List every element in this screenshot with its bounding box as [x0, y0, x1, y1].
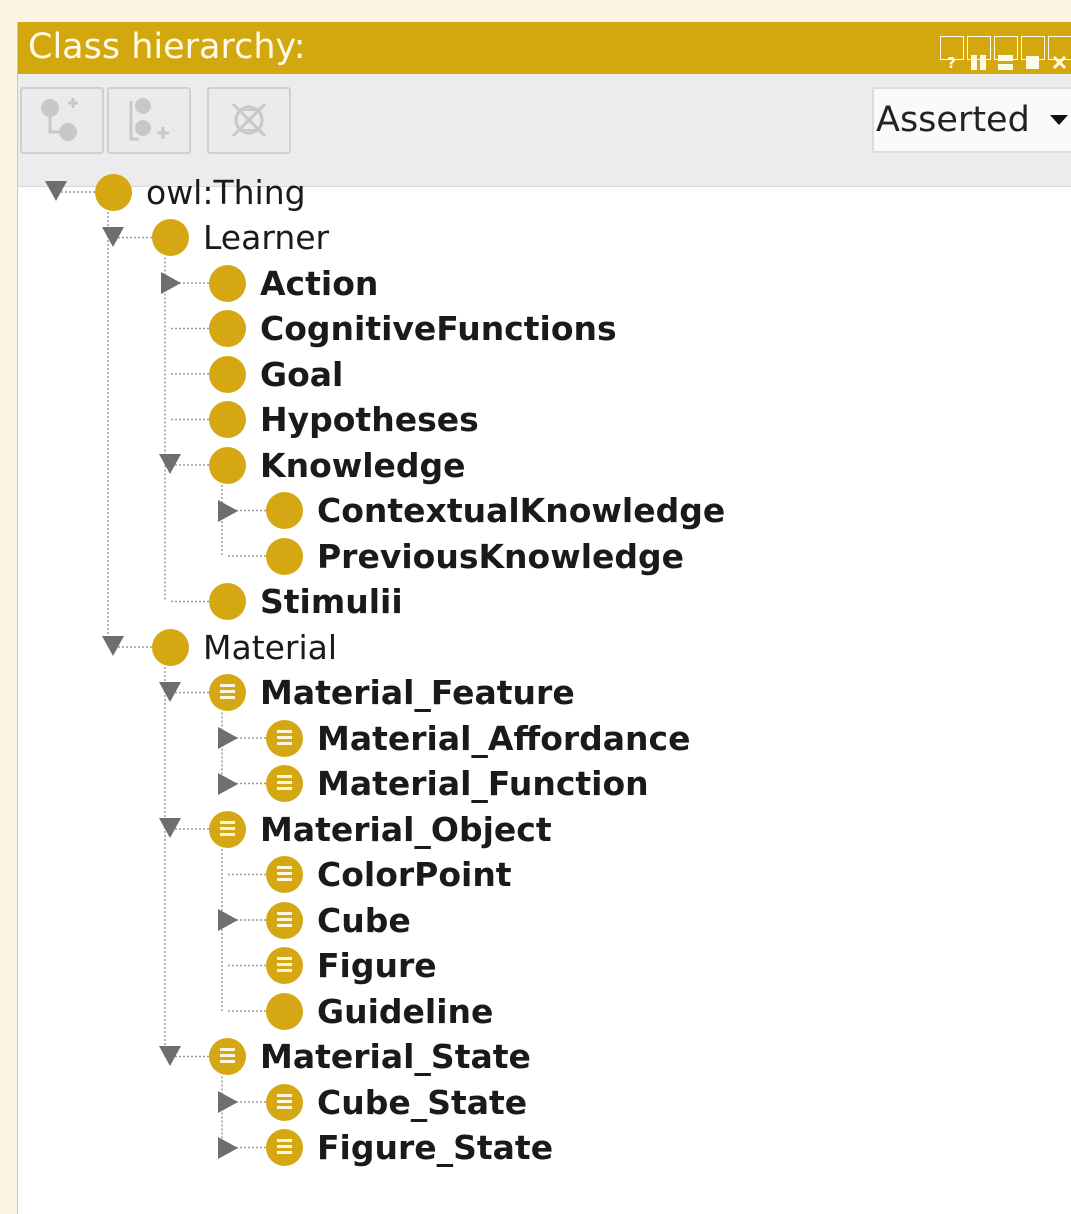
class-icon	[209, 446, 246, 484]
tree-node[interactable]: Knowledge	[209, 443, 466, 487]
class-icon	[95, 173, 132, 211]
defined-class-icon	[266, 856, 303, 893]
tree-node-label: Action	[260, 263, 379, 303]
class-icon	[209, 583, 246, 620]
class-icon	[266, 492, 303, 529]
collapse-arrow-icon[interactable]	[218, 1136, 238, 1159]
class-hierarchy-panel: Class hierarchy: ? Asserted owl:Thing Le…	[17, 22, 1071, 1214]
tree-node-label: Cube	[317, 900, 411, 940]
tree-node[interactable]: Learner	[152, 216, 329, 260]
tree-node[interactable]: Material_Affordance	[266, 716, 690, 760]
tree-node[interactable]: Goal	[209, 352, 343, 396]
tree-node[interactable]: Figure_State	[266, 1126, 553, 1170]
tree-node-label: Material_State	[260, 1037, 531, 1076]
expand-arrow-icon[interactable]	[159, 681, 181, 702]
expand-arrow-icon[interactable]	[102, 636, 124, 656]
defined-class-icon	[266, 947, 303, 984]
class-icon	[266, 992, 303, 1030]
tree-node-label: Hypotheses	[260, 400, 479, 439]
tree-node-label: Cube_State	[317, 1082, 528, 1122]
tree-node[interactable]: Figure	[266, 944, 437, 988]
collapse-arrow-icon[interactable]	[218, 499, 238, 522]
tree-node[interactable]: PreviousKnowledge	[266, 534, 684, 578]
defined-class-icon	[209, 674, 246, 711]
collapse-arrow-icon[interactable]	[218, 772, 238, 795]
defined-class-icon	[266, 719, 303, 757]
tree-node-label: Material_Object	[260, 809, 552, 849]
expand-arrow-icon[interactable]	[159, 818, 181, 838]
expand-arrow-icon[interactable]	[102, 226, 124, 247]
tree-node[interactable]: Material	[152, 625, 337, 669]
collapse-arrow-icon[interactable]	[161, 272, 181, 294]
tree-node-label: Guideline	[317, 991, 494, 1031]
tree-node[interactable]: Hypotheses	[209, 398, 479, 442]
tree-node[interactable]: Material_Feature	[209, 671, 575, 715]
collapse-arrow-icon[interactable]	[218, 909, 238, 931]
tree-node[interactable]: Cube	[266, 898, 411, 942]
tree-node[interactable]: CognitiveFunctions	[209, 307, 617, 351]
tree-node-label: Material_Affordance	[317, 718, 691, 758]
tree-node[interactable]: Material_Function	[266, 762, 649, 806]
tree-node-label: CognitiveFunctions	[260, 309, 617, 348]
tree-node-label: ColorPoint	[317, 855, 512, 894]
tree-node[interactable]: Stimulii	[209, 580, 403, 624]
tree-node-label: Material_Function	[317, 764, 649, 803]
tree-node-label: Material	[203, 627, 338, 667]
defined-class-icon	[209, 810, 246, 848]
collapse-arrow-icon[interactable]	[218, 727, 238, 749]
tree-node-label: PreviousKnowledge	[317, 536, 685, 576]
defined-class-icon	[209, 1038, 246, 1075]
collapse-arrow-icon[interactable]	[218, 1091, 238, 1113]
tree-node[interactable]: Action	[209, 261, 378, 305]
class-icon	[209, 310, 246, 347]
class-icon	[209, 355, 246, 393]
expand-arrow-icon[interactable]	[159, 454, 181, 474]
defined-class-icon	[266, 1083, 303, 1121]
tree-node[interactable]: Material_Object	[209, 807, 552, 851]
tree-node[interactable]: owl:Thing	[95, 170, 306, 214]
class-icon	[266, 537, 303, 575]
class-icon	[152, 219, 189, 256]
tree-node[interactable]: Cube_State	[266, 1080, 527, 1124]
tree-node[interactable]: ContextualKnowledge	[266, 489, 725, 533]
expand-arrow-icon[interactable]	[159, 1045, 181, 1066]
defined-class-icon	[266, 1129, 303, 1166]
tree-node[interactable]: ColorPoint	[266, 853, 512, 897]
tree-node-label: Knowledge	[260, 445, 466, 485]
defined-class-icon	[266, 765, 303, 802]
tree-node-label: ContextualKnowledge	[317, 491, 726, 530]
class-icon	[209, 401, 246, 438]
tree-node-label: Goal	[260, 354, 344, 394]
tree-node-label: Figure_State	[317, 1128, 554, 1167]
class-tree: owl:Thing Learner Action CognitiveFunctions…	[18, 22, 1071, 1214]
tree-node[interactable]: Material_State	[209, 1035, 531, 1079]
class-icon	[209, 264, 246, 302]
tree-node-label: Material_Feature	[260, 673, 575, 712]
tree-node-label: owl:Thing	[146, 172, 306, 212]
class-icon	[152, 628, 189, 666]
expand-arrow-icon[interactable]	[45, 181, 67, 201]
tree-node-label: Figure	[317, 946, 437, 985]
tree-node[interactable]: Guideline	[266, 989, 493, 1033]
defined-class-icon	[266, 901, 303, 939]
tree-node-label: Learner	[203, 218, 330, 257]
tree-node-label: Stimulii	[260, 582, 403, 621]
